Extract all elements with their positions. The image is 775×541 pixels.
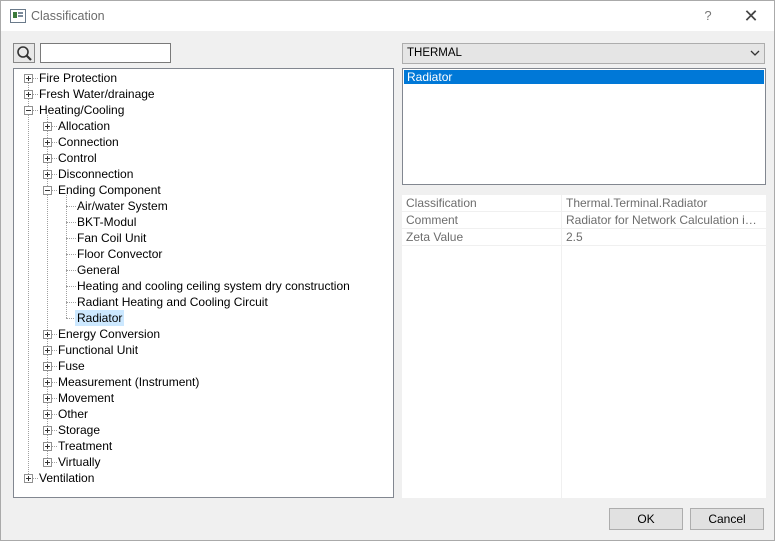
- category-combobox[interactable]: THERMAL: [402, 43, 765, 64]
- tree-node[interactable]: Ending Component: [56, 182, 163, 198]
- tree-node-selected[interactable]: Radiator: [75, 310, 125, 326]
- tree-node[interactable]: Treatment: [56, 438, 114, 454]
- property-name: Zeta Value: [406, 230, 464, 244]
- property-grid: Classification Thermal.Terminal.Radiator…: [402, 195, 766, 498]
- property-value: Radiator for Network Calculation in Gene…: [566, 213, 762, 227]
- plus-box-icon[interactable]: [43, 458, 52, 467]
- plus-box-icon[interactable]: [43, 378, 52, 387]
- tree-node[interactable]: Allocation: [56, 118, 112, 134]
- tree-node[interactable]: Fresh Water/drainage: [37, 86, 157, 102]
- tree-node[interactable]: Connection: [56, 134, 121, 150]
- tree-node[interactable]: Fan Coil Unit: [75, 230, 148, 246]
- property-value: 2.5: [566, 230, 583, 244]
- tree-node[interactable]: Fire Protection: [37, 70, 119, 86]
- tree-node[interactable]: Heating/Cooling: [37, 102, 126, 118]
- search-button[interactable]: [13, 43, 35, 63]
- tree-node[interactable]: BKT-Modul: [75, 214, 138, 230]
- title-bar: Classification ? ✕: [1, 1, 774, 31]
- tree-node[interactable]: General: [75, 262, 122, 278]
- plus-box-icon[interactable]: [43, 394, 52, 403]
- property-row-zeta-value: Zeta Value 2.5: [402, 229, 766, 246]
- tree-node[interactable]: Control: [56, 150, 99, 166]
- plus-box-icon[interactable]: [43, 410, 52, 419]
- tree-node[interactable]: Disconnection: [56, 166, 135, 182]
- classification-dialog: Classification ? ✕ Fire Protection Fresh …: [0, 0, 775, 541]
- tree-node[interactable]: Storage: [56, 422, 102, 438]
- tree-node[interactable]: Floor Convector: [75, 246, 164, 262]
- help-button[interactable]: ?: [696, 5, 720, 27]
- tree-node[interactable]: Other: [56, 406, 90, 422]
- plus-box-icon[interactable]: [43, 330, 52, 339]
- cancel-button[interactable]: Cancel: [690, 508, 764, 530]
- tree-node[interactable]: Measurement (Instrument): [56, 374, 201, 390]
- ok-button[interactable]: OK: [609, 508, 683, 530]
- plus-box-icon[interactable]: [24, 74, 33, 83]
- property-value: Thermal.Terminal.Radiator: [566, 196, 708, 210]
- search-input[interactable]: [40, 43, 171, 63]
- tree-node[interactable]: Radiant Heating and Cooling Circuit: [75, 294, 270, 310]
- minus-box-icon[interactable]: [24, 106, 33, 115]
- plus-box-icon[interactable]: [43, 154, 52, 163]
- tree-connector-line: [28, 78, 29, 478]
- plus-box-icon[interactable]: [24, 90, 33, 99]
- plus-box-icon[interactable]: [43, 170, 52, 179]
- classification-window-icon: [10, 9, 26, 23]
- tree-node[interactable]: Fuse: [56, 358, 87, 374]
- plus-box-icon[interactable]: [43, 122, 52, 131]
- magnifier-icon: [17, 46, 32, 61]
- classification-tree[interactable]: Fire Protection Fresh Water/drainage Heati…: [13, 68, 394, 498]
- minus-box-icon[interactable]: [43, 186, 52, 195]
- tree-node[interactable]: Heating and cooling ceiling system dry c…: [75, 278, 352, 294]
- tree-node[interactable]: Air/water System: [75, 198, 170, 214]
- plus-box-icon[interactable]: [43, 362, 52, 371]
- category-combobox-value: THERMAL: [407, 47, 462, 59]
- property-row-comment: Comment Radiator for Network Calculation…: [402, 212, 766, 229]
- tree-node[interactable]: Energy Conversion: [56, 326, 162, 342]
- tree-node[interactable]: Ventilation: [37, 470, 96, 486]
- plus-box-icon[interactable]: [24, 474, 33, 483]
- plus-box-icon[interactable]: [43, 442, 52, 451]
- tree-node[interactable]: Virtually: [56, 454, 102, 470]
- tree-node[interactable]: Movement: [56, 390, 116, 406]
- property-row-classification: Classification Thermal.Terminal.Radiator: [402, 195, 766, 212]
- tree-node[interactable]: Functional Unit: [56, 342, 140, 358]
- close-button[interactable]: ✕: [739, 5, 763, 27]
- plus-box-icon[interactable]: [43, 346, 52, 355]
- tree-connector-line: [66, 195, 67, 318]
- property-name: Comment: [406, 213, 459, 227]
- window-title: Classification: [31, 9, 105, 23]
- chevron-down-icon: [750, 50, 760, 56]
- property-name: Classification: [406, 196, 477, 210]
- plus-box-icon[interactable]: [43, 138, 52, 147]
- plus-box-icon[interactable]: [43, 426, 52, 435]
- list-item[interactable]: Radiator: [404, 70, 764, 84]
- results-list[interactable]: Radiator: [402, 68, 766, 185]
